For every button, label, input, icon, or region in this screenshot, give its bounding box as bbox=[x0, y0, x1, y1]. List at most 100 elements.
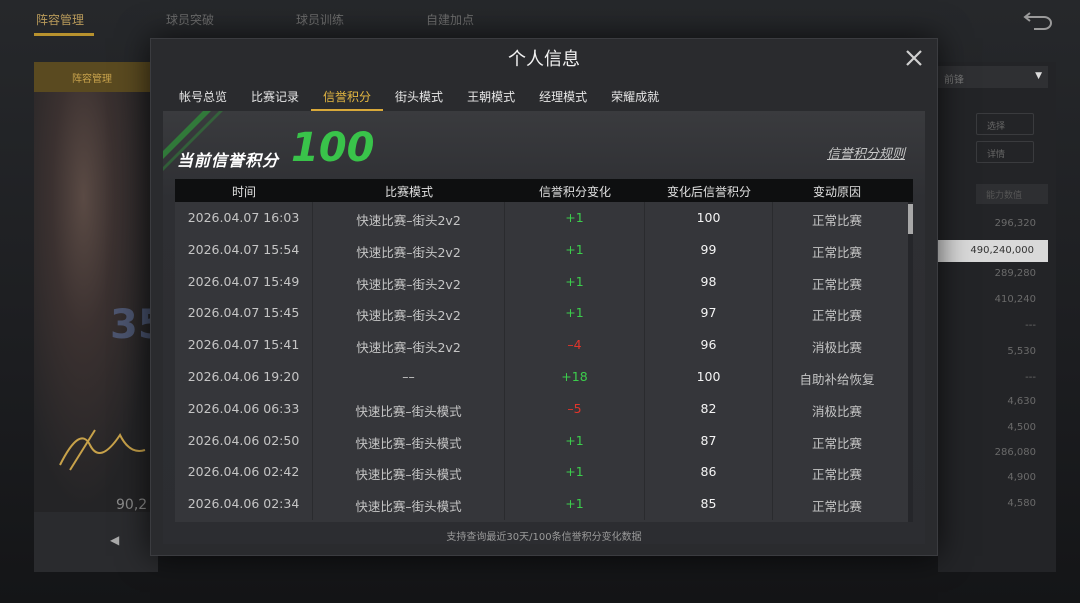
cell-reason: 正常比赛 bbox=[811, 244, 862, 260]
cell-reason: 正常比赛 bbox=[811, 467, 862, 483]
cell-mode: 快速比赛–街头2v2 bbox=[313, 297, 505, 330]
credit-score-panel: 当前信誉积分 100 信誉积分规则 时间 比赛模式 信誉积分变化 变化后信誉积分… bbox=[163, 111, 925, 544]
cell-score-after: 96 bbox=[645, 329, 773, 361]
bg-tab-underline bbox=[34, 33, 94, 36]
prev-arrow-icon[interactable]: ◀ bbox=[110, 533, 119, 547]
cell-time: 2026.04.06 19:20 bbox=[175, 360, 313, 393]
tab-match-records[interactable]: 比赛记录 bbox=[239, 85, 311, 111]
cell-reason: 消极比赛 bbox=[811, 403, 862, 419]
bg-value-row: 410,240 bbox=[994, 294, 1036, 305]
table-body[interactable]: 2026.04.07 16:03 快速比赛–街头2v2 +1 100 正常比赛 2026.… bbox=[175, 202, 913, 522]
cell-mode: 快速比赛–街头2v2 bbox=[313, 202, 505, 234]
position-dropdown-value: 前锋 bbox=[944, 75, 964, 86]
bg-value-row: 4,500 bbox=[1007, 422, 1036, 433]
table-row: 2026.04.06 02:50 快速比赛–街头模式 +1 87 正常比赛 bbox=[175, 424, 913, 457]
cell-mode: –– bbox=[313, 360, 505, 393]
bg-select-button[interactable]: 选择 bbox=[976, 113, 1034, 135]
bg-tab-training[interactable]: 球员训练 bbox=[296, 11, 344, 28]
table-row: 2026.04.07 15:54 快速比赛–街头2v2 +1 99 正常比赛 bbox=[175, 233, 913, 266]
cell-mode: 快速比赛–街头模式 bbox=[313, 456, 505, 489]
cell-time: 2026.04.06 02:42 bbox=[175, 456, 313, 489]
tab-account-overview[interactable]: 帐号总览 bbox=[167, 85, 239, 111]
bg-detail-button[interactable]: 详情 bbox=[976, 141, 1034, 163]
cell-score-after: 99 bbox=[645, 233, 773, 266]
table-row: 2026.04.07 15:45 快速比赛–街头2v2 +1 97 正常比赛 bbox=[175, 297, 913, 330]
bg-value-row: 490,240,000 bbox=[938, 240, 1048, 262]
bg-value-row: 286,080 bbox=[994, 447, 1036, 458]
cell-score-after: 98 bbox=[645, 265, 773, 298]
bg-tab-custom-points[interactable]: 自建加点 bbox=[426, 11, 474, 28]
position-dropdown[interactable]: 前锋 ▼ bbox=[938, 66, 1048, 88]
cell-reason: 自助补给恢复 bbox=[799, 371, 875, 387]
cell-time: 2026.04.06 06:33 bbox=[175, 392, 313, 425]
column-header-mode: 比赛模式 bbox=[384, 185, 433, 199]
cell-mode: 快速比赛–街头模式 bbox=[313, 392, 505, 425]
cell-mode: 快速比赛–街头模式 bbox=[313, 424, 505, 457]
bg-right-panel bbox=[938, 62, 1056, 572]
back-icon[interactable] bbox=[1022, 8, 1056, 30]
column-header-after: 变化后信誉积分 bbox=[666, 185, 751, 199]
cell-reason: 正常比赛 bbox=[811, 435, 862, 451]
cell-score-change: –4 bbox=[505, 329, 645, 361]
cell-mode: 快速比赛–街头2v2 bbox=[313, 329, 505, 361]
cell-score-after: 97 bbox=[645, 297, 773, 330]
cell-time: 2026.04.07 16:03 bbox=[175, 202, 313, 234]
bg-tab-breakthrough[interactable]: 球员突破 bbox=[166, 11, 214, 28]
bg-value-row: 289,280 bbox=[994, 268, 1036, 279]
background-top-bar: 阵容管理 球员突破 球员训练 自建加点 bbox=[0, 0, 1080, 38]
player-value: 90,2 bbox=[116, 497, 148, 513]
footer-note: 支持查询最近30天/100条信誉积分变化数据 bbox=[446, 532, 642, 543]
tab-manager-mode[interactable]: 经理模式 bbox=[527, 85, 599, 111]
current-score-value: 100 bbox=[291, 125, 375, 171]
tab-street-mode[interactable]: 街头模式 bbox=[383, 85, 455, 111]
tab-glory-achievements[interactable]: 荣耀成就 bbox=[599, 85, 671, 111]
bg-value-row: 4,630 bbox=[1007, 396, 1036, 407]
table-row: 2026.04.06 02:34 快速比赛–街头模式 +1 85 正常比赛 bbox=[175, 488, 913, 520]
cell-score-change: +1 bbox=[505, 488, 645, 520]
cell-score-change: +1 bbox=[505, 424, 645, 457]
credit-rules-link[interactable]: 信誉积分规则 bbox=[827, 143, 905, 162]
bg-tab-lineup[interactable]: 阵容管理 bbox=[36, 11, 84, 28]
column-header-reason: 变动原因 bbox=[812, 185, 861, 199]
cell-score-change: –5 bbox=[505, 392, 645, 425]
cell-score-change: +1 bbox=[505, 202, 645, 234]
cell-mode: 快速比赛–街头模式 bbox=[313, 488, 505, 520]
player-signature-icon bbox=[59, 429, 146, 471]
table-row: 2026.04.07 15:41 快速比赛–街头2v2 –4 96 消极比赛 bbox=[175, 329, 913, 361]
cell-reason: 正常比赛 bbox=[811, 308, 862, 324]
cell-reason: 正常比赛 bbox=[811, 276, 862, 292]
bg-value-row: 296,320 bbox=[994, 218, 1036, 229]
modal-title: 个人信息 bbox=[508, 49, 580, 70]
cell-mode: 快速比赛–街头2v2 bbox=[313, 265, 505, 298]
current-score-label: 当前信誉积分 bbox=[177, 151, 280, 170]
cell-reason: 正常比赛 bbox=[811, 213, 862, 228]
cell-time: 2026.04.06 02:50 bbox=[175, 424, 313, 457]
cell-time: 2026.04.07 15:41 bbox=[175, 329, 313, 361]
table-row: 2026.04.07 16:03 快速比赛–街头2v2 +1 100 正常比赛 bbox=[175, 202, 913, 234]
bg-left-panel-header: 阵容管理 bbox=[72, 74, 112, 85]
cell-mode: 快速比赛–街头2v2 bbox=[313, 233, 505, 266]
cell-reason: 消极比赛 bbox=[811, 340, 862, 356]
table-row: 2026.04.06 02:42 快速比赛–街头模式 +1 86 正常比赛 bbox=[175, 456, 913, 489]
cell-score-after: 87 bbox=[645, 424, 773, 457]
bg-value-row: 4,580 bbox=[1007, 498, 1036, 509]
tab-dynasty-mode[interactable]: 王朝模式 bbox=[455, 85, 527, 111]
tab-credit-score[interactable]: 信誉积分 bbox=[311, 85, 384, 111]
cell-reason: 正常比赛 bbox=[811, 499, 862, 515]
cell-time: 2026.04.07 15:45 bbox=[175, 297, 313, 330]
personal-info-modal: 个人信息 帐号总览 比赛记录 信誉积分 街头模式 王朝模式 经理模式 荣耀成就 … bbox=[150, 38, 938, 556]
bg-column-header: 能力数值 bbox=[976, 184, 1048, 204]
chevron-down-icon: ▼ bbox=[1035, 71, 1042, 81]
table-scroll-thumb[interactable] bbox=[908, 204, 913, 234]
table-row: 2026.04.07 15:49 快速比赛–街头2v2 +1 98 正常比赛 bbox=[175, 265, 913, 298]
cell-score-after: 86 bbox=[645, 456, 773, 489]
cell-score-change: +18 bbox=[505, 360, 645, 393]
column-header-time: 时间 bbox=[231, 185, 256, 199]
table-scrollbar[interactable] bbox=[908, 202, 913, 522]
bg-value-row: 4,900 bbox=[1007, 472, 1036, 483]
column-header-change: 信誉积分变化 bbox=[538, 185, 611, 199]
bg-value-row: --- bbox=[1025, 372, 1036, 383]
cell-score-after: 82 bbox=[645, 392, 773, 425]
cell-time: 2026.04.06 02:34 bbox=[175, 488, 313, 520]
close-icon[interactable] bbox=[905, 49, 923, 67]
